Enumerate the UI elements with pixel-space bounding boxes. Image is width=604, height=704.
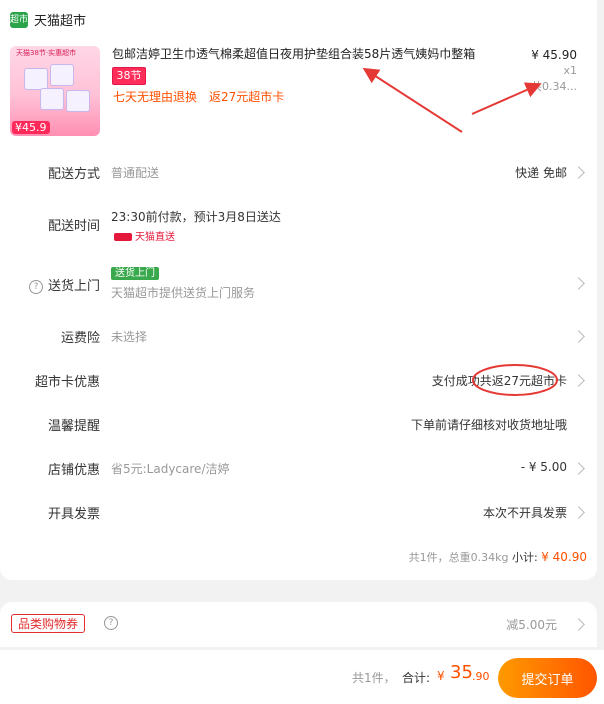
coupon-discount: 减5.00元 — [506, 618, 557, 632]
reminder-value: 下单前请仔细核对收货地址哦 — [410, 418, 567, 432]
thumbnail-pack — [50, 64, 74, 86]
store-name: 天猫超市 — [34, 14, 87, 29]
door-delivery-tag: 送货上门 — [111, 267, 159, 280]
return-policy-tag: 七天无理由退换 — [113, 90, 198, 104]
chevron-right-icon — [572, 462, 585, 475]
thumbnail-pack — [40, 88, 64, 110]
tmall-supermarket-icon: 超市 — [10, 11, 28, 28]
reminder-label: 温馨提醒 — [47, 419, 100, 434]
insurance-label: 运费险 — [60, 331, 100, 346]
product-title[interactable]: 包邮洁婷卫生巾透气棉柔超值日夜用护垫组合装58片透气姨妈巾整箱 — [112, 46, 512, 62]
delivery-time-row: 配送时间 23:30前付款，预计3月8日送达 — [0, 207, 597, 243]
store-offer-amount: - ¥ 5.00 — [520, 460, 567, 474]
store-offer-value: 省5元:Ladycare/洁婷 — [111, 462, 230, 476]
invoice-value: 本次不开具发票 — [482, 506, 567, 520]
order-card: 超市 天猫超市 天猫38节·实惠超市 ¥45.9 包邮洁婷卫生巾透气棉柔超值日夜… — [0, 0, 597, 580]
insurance-row[interactable]: 运费险 未选择 — [0, 327, 597, 347]
total-amount-integer: 35 — [450, 662, 473, 683]
chevron-right-icon — [572, 330, 585, 343]
thumbnail-price: ¥45.9 — [12, 121, 50, 134]
total-label: 合计: — [402, 671, 431, 685]
chevron-right-icon — [572, 277, 585, 290]
door-delivery-label-text: 送货上门 — [47, 279, 100, 294]
door-delivery-label: ? 送货上门 — [28, 275, 100, 294]
order-summary: 共1件，总重0.34kg 小计: ¥ 40.90 — [409, 549, 587, 565]
summary-text: 共1件，总重0.34kg — [408, 551, 509, 564]
help-icon[interactable]: ? — [104, 616, 118, 630]
shipping-value: 普通配送 — [111, 166, 160, 180]
supermarket-card-value: 支付成功共返27元超市卡 — [431, 374, 567, 388]
tmall-direct-text: 天猫直送 — [135, 232, 175, 243]
store-header[interactable]: 超市 天猫超市 — [10, 10, 86, 29]
promo-38-tag: 38节 — [112, 67, 146, 85]
invoice-row[interactable]: 开具发票 本次不开具发票 — [0, 503, 597, 523]
tmall-direct-tag: 天猫直送 — [114, 228, 175, 243]
chevron-right-icon — [572, 506, 585, 519]
shipping-label: 配送方式 — [47, 167, 100, 182]
thumbnail-pack — [24, 68, 48, 90]
cashback-tag: 返27元超市卡 — [209, 90, 285, 104]
product-quantity: x1 — [563, 64, 577, 77]
reminder-row: 温馨提醒 下单前请仔细核对收货地址哦 — [0, 415, 597, 435]
item-count: 共1件， — [352, 671, 396, 685]
total-currency: ¥ — [437, 669, 445, 683]
insurance-value: 未选择 — [111, 330, 148, 344]
delivery-time-label: 配送时间 — [47, 219, 100, 234]
thumbnail-pack — [66, 90, 90, 112]
thumbnail-tag: 天猫38节·实惠超市 — [16, 49, 77, 57]
chevron-right-icon — [572, 618, 585, 631]
store-offer-row[interactable]: 店铺优惠 省5元:Ladycare/洁婷 - ¥ 5.00 — [0, 459, 597, 479]
chevron-right-icon — [572, 166, 585, 179]
product-price: ¥ 45.90 — [531, 48, 577, 62]
door-delivery-row[interactable]: ? 送货上门 天猫超市提供送货上门服务 — [0, 267, 597, 301]
coupon-card[interactable]: 品类购物券 ? 减5.00元 — [0, 602, 597, 647]
product-thumbnail[interactable]: 天猫38节·实惠超市 ¥45.9 — [10, 46, 100, 136]
checkout-bar: 共1件， 合计: ¥ 35 .90 提交订单 — [0, 650, 604, 704]
door-delivery-value: 天猫超市提供送货上门服务 — [111, 286, 256, 300]
tmall-logo-icon — [114, 233, 132, 241]
total-amount-decimal: .90 — [472, 670, 490, 683]
supermarket-card-row[interactable]: 超市卡优惠 支付成功共返27元超市卡 — [0, 371, 597, 391]
shipping-row[interactable]: 配送方式 普通配送 快递 免邮 — [0, 163, 597, 183]
store-offer-label: 店铺优惠 — [47, 463, 100, 478]
supermarket-card-label: 超市卡优惠 — [34, 375, 100, 390]
subtotal-amount: ¥ 40.90 — [541, 550, 587, 564]
invoice-label: 开具发票 — [47, 507, 100, 522]
product-total: 共0.34... — [531, 80, 577, 93]
category-coupon-badge: 品类购物券 — [11, 614, 86, 633]
delivery-time-value: 23:30前付款，预计3月8日送达 — [111, 210, 281, 224]
help-icon[interactable]: ? — [28, 280, 43, 294]
submit-order-button[interactable]: 提交订单 — [498, 658, 597, 698]
chevron-right-icon — [572, 374, 585, 387]
subtotal-label: 小计: — [511, 551, 538, 564]
shipping-method: 快递 免邮 — [515, 166, 567, 180]
